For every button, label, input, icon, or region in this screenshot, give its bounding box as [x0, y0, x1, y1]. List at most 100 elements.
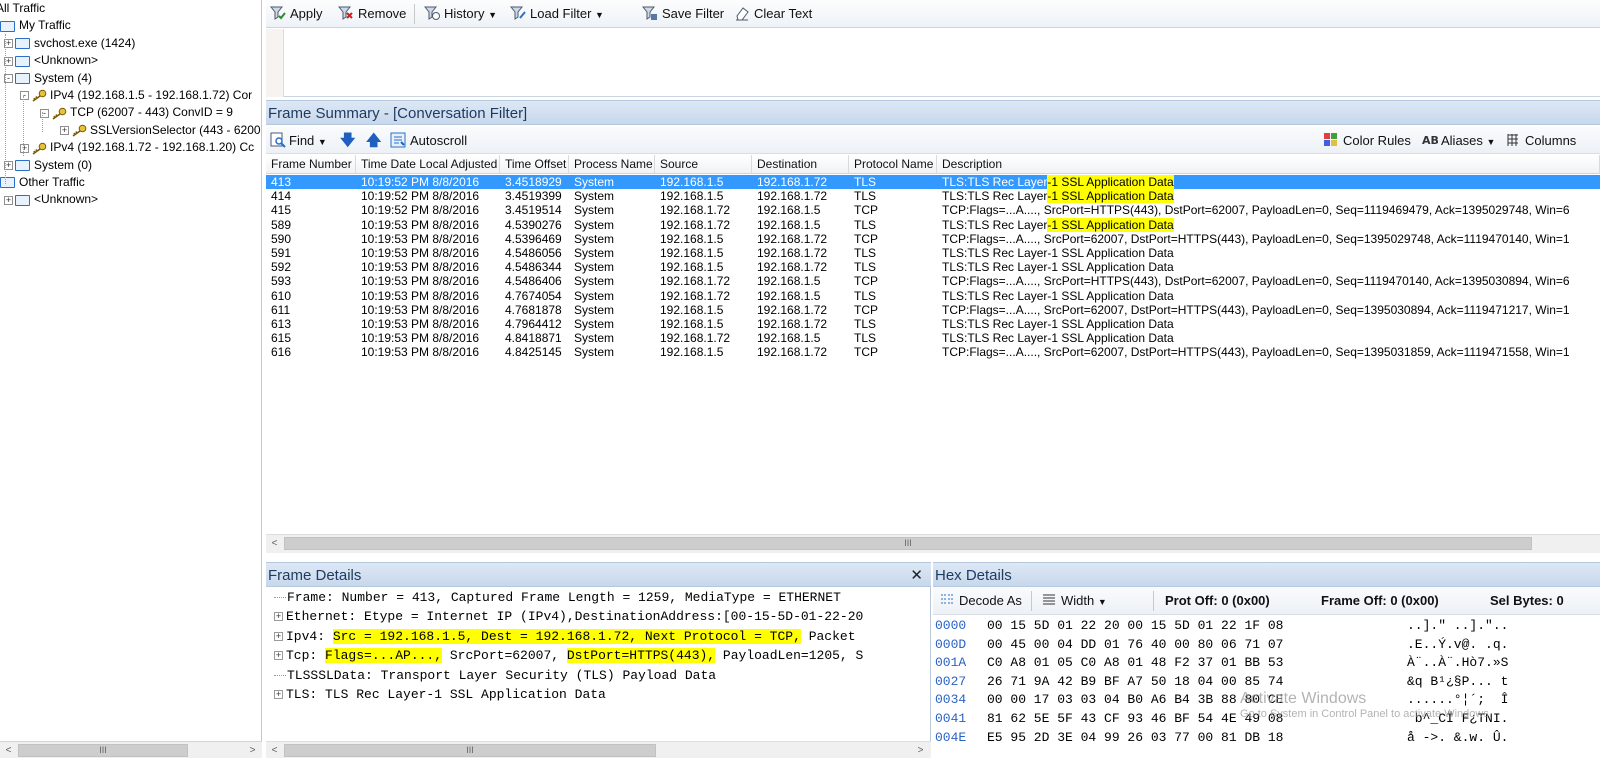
decode-as-button[interactable]: Decode As — [939, 591, 1022, 611]
detail-tree-item[interactable]: + Ipv4: Src = 192.168.1.5, Dest = 192.168… — [274, 627, 856, 646]
detail-tree-item[interactable]: + TLS: TLS Rec Layer-1 SSL Application Da… — [274, 685, 606, 704]
frame-details-title: Frame Details ✕ — [266, 562, 931, 587]
table-cell: 192.168.1.5 — [660, 345, 724, 360]
table-row[interactable]: 592 10:19:53 PM 8/8/2016 4.5486344 System 19… — [266, 260, 1600, 274]
expand-icon[interactable]: + — [274, 612, 283, 622]
table-row[interactable]: 591 10:19:53 PM 8/8/2016 4.5486056 System 19… — [266, 246, 1600, 260]
hex-row[interactable]: 004E E5 95 2D 3E 04 99 26 03 77 00 81 DB … — [935, 729, 1508, 747]
table-row[interactable]: 613 10:19:53 PM 8/8/2016 4.7964412 System 19… — [266, 317, 1600, 331]
hex-offset: 000D — [935, 636, 967, 652]
details-horizontal-scrollbar[interactable]: < III > — [266, 741, 931, 758]
column-header[interactable]: Description — [937, 155, 1600, 174]
column-header[interactable]: Frame Number — [266, 155, 356, 174]
close-icon[interactable]: ✕ — [910, 563, 923, 588]
detail-tree-item[interactable]: TLSSSLData: Transport Layer Security (TL… — [274, 666, 716, 685]
aliases-dropdown[interactable]: AB Aliases ▼ — [1422, 131, 1495, 151]
tree-item[interactable]: + svchost.exe (1424) — [4, 35, 135, 52]
table-row-selected[interactable]: 413 10:19:52 PM 8/8/2016 3.4518929 System 19… — [266, 175, 1600, 189]
find-previous-up-icon[interactable]: 🡅 — [366, 131, 381, 151]
table-cell: 192.168.1.5 — [757, 217, 821, 232]
tree-item[interactable]: All Traffic — [0, 0, 45, 17]
tree-item[interactable]: - TCP (62007 - 443) ConvID = 9 — [40, 104, 233, 121]
hex-details-title: Hex Details — [933, 562, 1600, 587]
expand-icon[interactable]: + — [274, 690, 283, 700]
detail-tree-item[interactable]: + Ethernet: Etype = Internet IP (IPv4),De… — [274, 607, 863, 626]
apply-filter-button[interactable]: Apply — [270, 4, 323, 24]
column-header[interactable]: Protocol Name — [849, 155, 937, 174]
autoscroll-button[interactable]: Autoscroll — [390, 131, 467, 151]
tree-item-label: IPv4 (192.168.1.5 - 192.168.1.72) Cor — [50, 88, 253, 102]
tree-item[interactable]: + SSLVersionSelector (443 - 6200 — [60, 122, 261, 139]
aliases-label: Aliases — [1441, 133, 1483, 148]
table-cell: TCP — [854, 274, 878, 289]
save-filter-button[interactable]: Save Filter — [642, 4, 724, 24]
expand-icon[interactable]: + — [4, 195, 13, 205]
key-icon — [72, 124, 87, 137]
filter-text-editor[interactable] — [266, 29, 1600, 97]
history-dropdown[interactable]: History ▼ — [424, 4, 497, 24]
table-row[interactable]: 593 10:19:53 PM 8/8/2016 4.5486406 System 19… — [266, 274, 1600, 288]
scroll-left-arrow-icon[interactable]: < — [0, 742, 17, 758]
table-cell: 10:19:53 PM 8/8/2016 — [361, 246, 480, 260]
tree-item[interactable]: + <Unknown> — [4, 52, 98, 69]
scroll-left-arrow-icon[interactable]: < — [266, 742, 283, 758]
hex-ascii: å ->. &.w. Û. — [1407, 729, 1509, 745]
table-cell: TLS:TLS Rec Layer-1 SSL Application Data — [937, 175, 1600, 189]
scroll-left-arrow-icon[interactable]: < — [266, 535, 283, 553]
column-header[interactable]: Source — [655, 155, 752, 174]
column-header[interactable]: Process Name — [569, 155, 655, 174]
detail-tree-item[interactable]: + Tcp: Flags=...AP..., SrcPort=62007, Dst… — [274, 646, 863, 665]
tree-item[interactable]: Other Traffic — [0, 174, 85, 191]
apply-label: Apply — [290, 6, 323, 21]
remove-filter-button[interactable]: Remove — [338, 4, 406, 24]
tree-horizontal-scrollbar[interactable]: < III > — [0, 741, 262, 758]
tree-item[interactable]: - System (4) — [4, 70, 92, 87]
table-row[interactable]: 615 10:19:53 PM 8/8/2016 4.8418871 System 19… — [266, 331, 1600, 345]
width-dropdown[interactable]: Width ▼ — [1041, 591, 1107, 611]
tree-item[interactable]: - IPv4 (192.168.1.5 - 192.168.1.72) Cor — [20, 87, 252, 104]
columns-button[interactable]: Columns — [1506, 131, 1576, 151]
scroll-thumb[interactable]: III — [284, 537, 1532, 550]
detail-tree-item[interactable]: Frame: Number = 413, Captured Frame Leng… — [274, 588, 841, 607]
chevron-down-icon: ▼ — [595, 10, 604, 20]
scroll-thumb[interactable]: III — [18, 744, 188, 757]
tree-item[interactable]: + IPv4 (192.168.1.72 - 192.168.1.20) Cc — [20, 139, 254, 156]
expand-icon[interactable]: + — [60, 126, 69, 136]
clear-text-button[interactable]: Clear Text — [734, 4, 812, 24]
table-row[interactable]: 589 10:19:53 PM 8/8/2016 4.5390276 System 19… — [266, 217, 1600, 232]
expand-icon[interactable]: + — [20, 143, 29, 153]
hex-row[interactable]: 000D 00 45 00 04 DD 01 76 40 00 80 06 71 … — [935, 636, 1508, 654]
load-filter-dropdown[interactable]: Load Filter ▼ — [510, 4, 604, 24]
table-row[interactable]: 415 10:19:52 PM 8/8/2016 3.4519514 System 19… — [266, 203, 1600, 217]
hex-row[interactable]: 0027 26 71 9A 42 B9 BF A7 50 18 04 00 85 … — [935, 673, 1508, 691]
tree-item[interactable]: + System (0) — [4, 157, 92, 174]
grid-horizontal-scrollbar[interactable]: < III — [266, 534, 1600, 553]
table-row[interactable]: 414 10:19:52 PM 8/8/2016 3.4519399 System 19… — [266, 189, 1600, 204]
table-row[interactable]: 611 10:19:53 PM 8/8/2016 4.7681878 System 19… — [266, 303, 1600, 317]
find-next-down-icon[interactable]: 🡇 — [340, 131, 355, 151]
column-header[interactable]: Time Offset — [500, 155, 569, 174]
color-rules-button[interactable]: Color Rules — [1323, 131, 1411, 151]
table-row[interactable]: 590 10:19:53 PM 8/8/2016 4.5396469 System 19… — [266, 232, 1600, 246]
hex-row[interactable]: 001A C0 A8 01 05 C0 A8 01 48 F2 37 01 BB … — [935, 654, 1508, 672]
tree-item[interactable]: + <Unknown> — [4, 191, 98, 208]
column-header[interactable]: Time Date Local Adjusted — [356, 155, 500, 174]
scroll-right-arrow-icon[interactable]: > — [912, 742, 929, 758]
expand-icon[interactable]: + — [274, 631, 283, 641]
detail-text: Frame: Number = 413, Captured Frame Leng… — [287, 590, 841, 605]
table-row[interactable]: 610 10:19:53 PM 8/8/2016 4.7674054 System 19… — [266, 289, 1600, 303]
column-header[interactable]: Destination — [752, 155, 849, 174]
hex-row[interactable]: 0000 00 15 5D 01 22 20 00 15 5D 01 22 1F … — [935, 617, 1508, 635]
color-rules-label: Color Rules — [1343, 133, 1411, 148]
table-cell: 192.168.1.5 — [757, 203, 821, 218]
collapse-icon[interactable]: - — [20, 91, 29, 101]
scroll-right-arrow-icon[interactable]: > — [244, 742, 261, 758]
scroll-thumb[interactable]: III — [284, 744, 656, 757]
table-cell: 3.4518929 — [505, 175, 562, 189]
tree-leaf-connector — [274, 597, 286, 599]
expand-icon[interactable]: + — [274, 651, 283, 661]
table-row[interactable]: 616 10:19:53 PM 8/8/2016 4.8425145 System 19… — [266, 345, 1600, 359]
width-icon — [1043, 594, 1055, 605]
tree-item[interactable]: My Traffic — [0, 17, 71, 34]
find-dropdown[interactable]: Find ▼ — [270, 131, 327, 151]
